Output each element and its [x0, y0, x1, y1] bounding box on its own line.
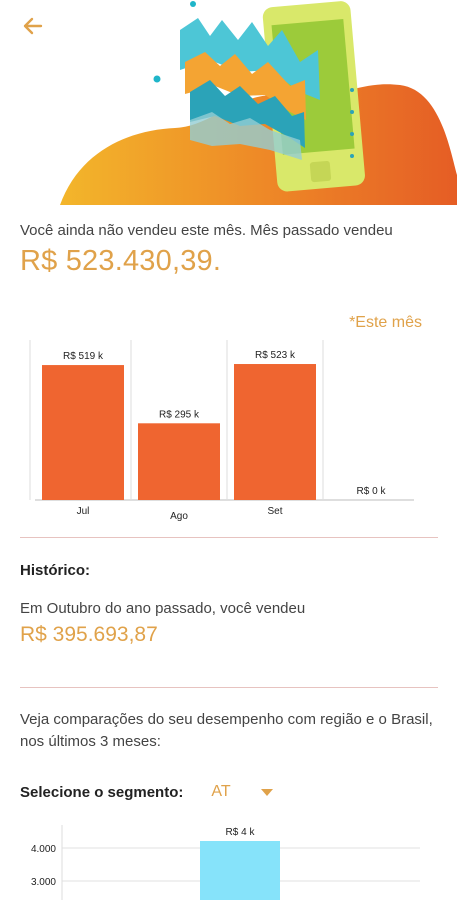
bar-value-label: R$ 295 k — [159, 409, 200, 420]
segment-value: AT — [211, 783, 231, 800]
hero-illustration — [60, 1, 457, 205]
x-tick-label: Set — [267, 506, 282, 517]
history-title: Histórico: — [20, 562, 91, 579]
bar-value-label: R$ 523 k — [255, 350, 296, 361]
summary-text: Você ainda não vendeu este mês. Mês pass… — [20, 222, 393, 239]
divider — [20, 537, 438, 538]
divider — [20, 687, 438, 688]
bar-value-label: R$ 0 k — [357, 486, 387, 497]
comparison-bar — [200, 841, 280, 900]
comparison-text: Veja comparações do seu desempenho com r… — [20, 711, 433, 750]
segment-label: Selecione o segmento: — [20, 783, 184, 801]
last-month-amount: R$ 523.430,39. — [20, 245, 222, 277]
comparison-chart: 4.000 3.000 R$ 4 k — [31, 825, 420, 900]
y-tick-label: 3.000 — [31, 877, 56, 888]
history-amount: R$ 395.693,87 — [20, 623, 158, 646]
monthly-sales-chart: R$ 519 k Jul R$ 295 k Ago R$ 523 k Set R$ 0 k — [29, 340, 414, 522]
x-tick-label: Ago — [170, 511, 188, 522]
bar-value-label: R$ 4 k — [226, 827, 256, 838]
segment-row: Selecione o segmento: AT — [20, 781, 273, 803]
segment-select[interactable]: AT — [211, 783, 273, 801]
triangle-down-icon — [260, 788, 273, 796]
sales-summary: Você ainda não vendeu este mês. Mês pass… — [20, 222, 440, 278]
y-tick-label: 4.000 — [31, 844, 56, 855]
x-tick-label: Jul — [77, 506, 90, 517]
bar-value-label: R$ 519 k — [63, 351, 104, 362]
back-button[interactable] — [14, 10, 50, 42]
history-text: Em Outubro do ano passado, você vendeu — [20, 600, 306, 617]
bar-Ago — [138, 423, 220, 500]
arrow-left-icon — [23, 17, 43, 35]
bar-Jul — [42, 365, 124, 500]
bar-Set — [234, 364, 316, 500]
